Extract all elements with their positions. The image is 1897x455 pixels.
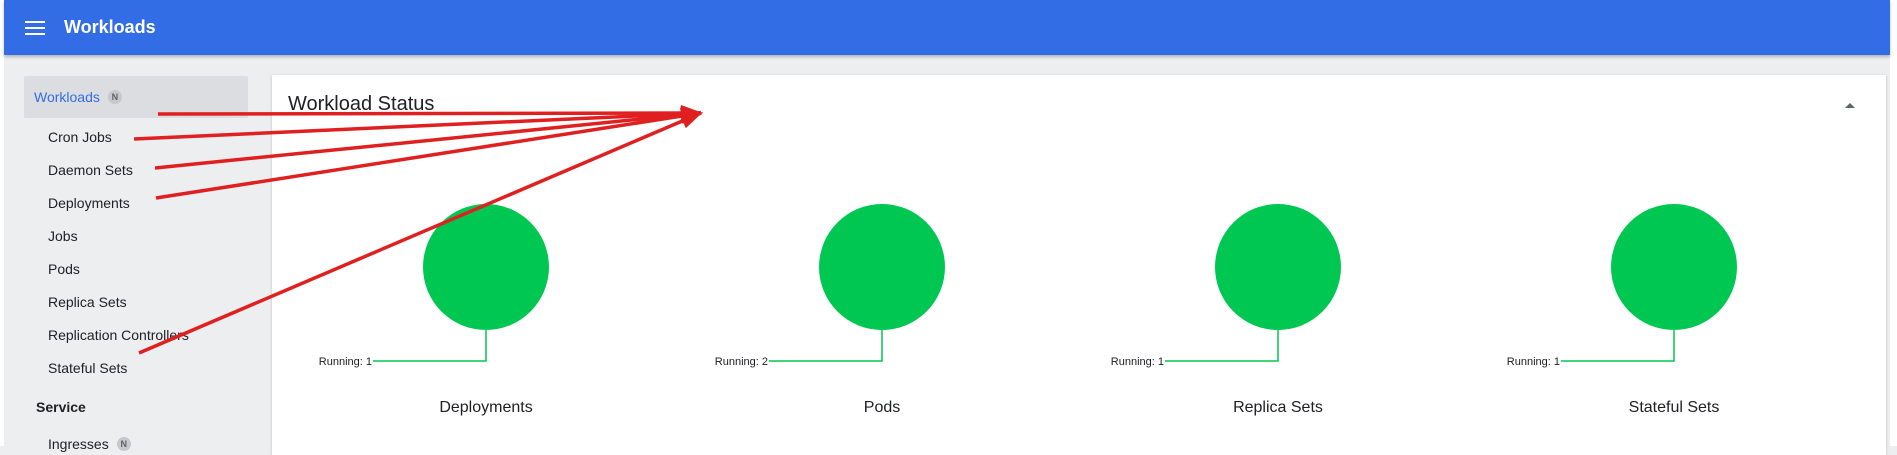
- sidebar-item-cron-jobs[interactable]: Cron Jobs: [48, 128, 112, 146]
- donut-slice-running: [1215, 204, 1341, 330]
- hamburger-menu-icon[interactable]: [21, 14, 49, 42]
- sidebar-item-ingresses[interactable]: Ingresses N: [48, 435, 131, 453]
- legend-leader-line: [769, 330, 883, 362]
- chart-legend-text: Running: 1: [1111, 356, 1164, 368]
- sidebar-item-stateful-sets[interactable]: Stateful Sets: [48, 359, 127, 377]
- chart-pods[interactable]: Running: 2 Pods: [702, 203, 1062, 433]
- sidebar: Workloads N Cron Jobs Daemon Sets Deploy…: [4, 55, 264, 452]
- chart-stateful-sets[interactable]: Running: 1 Stateful Sets: [1494, 203, 1854, 433]
- sidebar-item-pods[interactable]: Pods: [48, 260, 80, 278]
- sidebar-item-jobs[interactable]: Jobs: [48, 227, 78, 245]
- donut-slice-running: [1611, 204, 1737, 330]
- sidebar-item-daemon-sets[interactable]: Daemon Sets: [48, 161, 133, 179]
- chart-legend-text: Running: 1: [319, 356, 372, 368]
- donut-slice-running: [423, 204, 549, 330]
- chart-deployments[interactable]: Running: 1 Deployments: [306, 203, 666, 433]
- namespaced-badge: N: [116, 437, 131, 451]
- chart-label: Pods: [863, 399, 901, 416]
- sidebar-item-deployments[interactable]: Deployments: [48, 194, 130, 212]
- sidebar-item-replication-controllers[interactable]: Replication Controllers: [48, 326, 189, 344]
- card-title: Workload Status: [288, 93, 435, 115]
- namespaced-badge: N: [107, 90, 122, 104]
- legend-leader-line: [1165, 330, 1279, 362]
- chart-replica-sets[interactable]: Running: 1 Replica Sets: [1098, 203, 1458, 433]
- sidebar-item-label: Ingresses: [48, 436, 109, 452]
- sidebar-item-label: Workloads: [34, 89, 100, 105]
- legend-leader-line: [373, 330, 487, 362]
- caret-up-icon[interactable]: [1842, 97, 1858, 113]
- window-right-edge: [1890, 0, 1897, 446]
- sidebar-section-service: Service: [36, 399, 86, 415]
- workload-status-card: Workload Status Running: 1 Deployments R…: [272, 75, 1886, 455]
- sidebar-item-workloads[interactable]: Workloads N: [24, 76, 248, 118]
- page-title: Workloads: [64, 17, 156, 37]
- sidebar-item-replica-sets[interactable]: Replica Sets: [48, 293, 127, 311]
- legend-leader-line: [1561, 330, 1675, 362]
- chart-label: Stateful Sets: [1628, 399, 1720, 416]
- donut-slice-running: [819, 204, 945, 330]
- chart-label: Replica Sets: [1233, 399, 1323, 416]
- chart-label: Deployments: [439, 399, 533, 416]
- chart-legend-text: Running: 2: [715, 356, 768, 368]
- chart-legend-text: Running: 1: [1507, 356, 1560, 368]
- top-app-bar: Workloads: [4, 0, 1890, 55]
